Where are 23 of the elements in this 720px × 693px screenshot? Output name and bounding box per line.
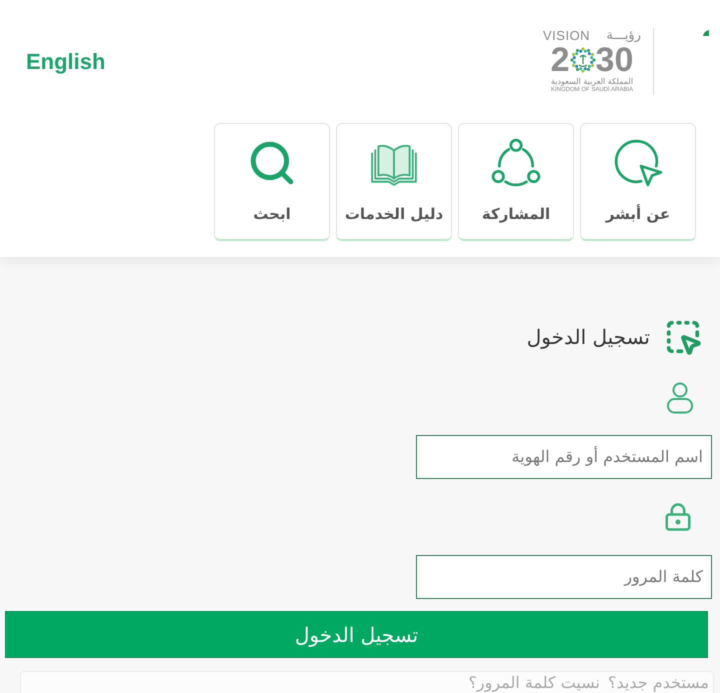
service-tile[interactable]: ابحث (214, 123, 330, 241)
input-field[interactable]: اسم المستخدم أو رقم الهوية (416, 435, 712, 479)
star-emblem-icon (570, 47, 596, 73)
login-button[interactable]: تسجيل الدخول (5, 611, 708, 658)
service-tile[interactable]: عن أبشر (580, 123, 696, 241)
logo-text: المملكة العربية السعودية (550, 77, 634, 86)
corner-triangle-icon (703, 30, 709, 36)
three-nodes-icon (491, 138, 541, 188)
language-link[interactable]: English (26, 45, 106, 78)
footer-link[interactable]: مستخدم جديد؟ (608, 672, 709, 693)
lock-icon (663, 502, 693, 532)
circle-cursor-icon (613, 138, 663, 188)
user-icon (666, 382, 694, 414)
login-title: تسجيل الدخول (526, 324, 650, 351)
logo-text: VISION (543, 29, 590, 42)
input-field[interactable]: كلمة المرور (416, 555, 712, 599)
logo-year: 2 (550, 43, 570, 77)
logo-year: 30 (596, 43, 634, 77)
logo-text: رؤيـــة (606, 29, 641, 42)
footer-link[interactable]: نسيت كلمة المرور؟ (468, 672, 600, 693)
service-tile[interactable]: المشاركة (458, 123, 574, 241)
dashed-cursor-icon (664, 318, 702, 356)
service-tile[interactable]: دليل الخدمات (336, 123, 452, 241)
